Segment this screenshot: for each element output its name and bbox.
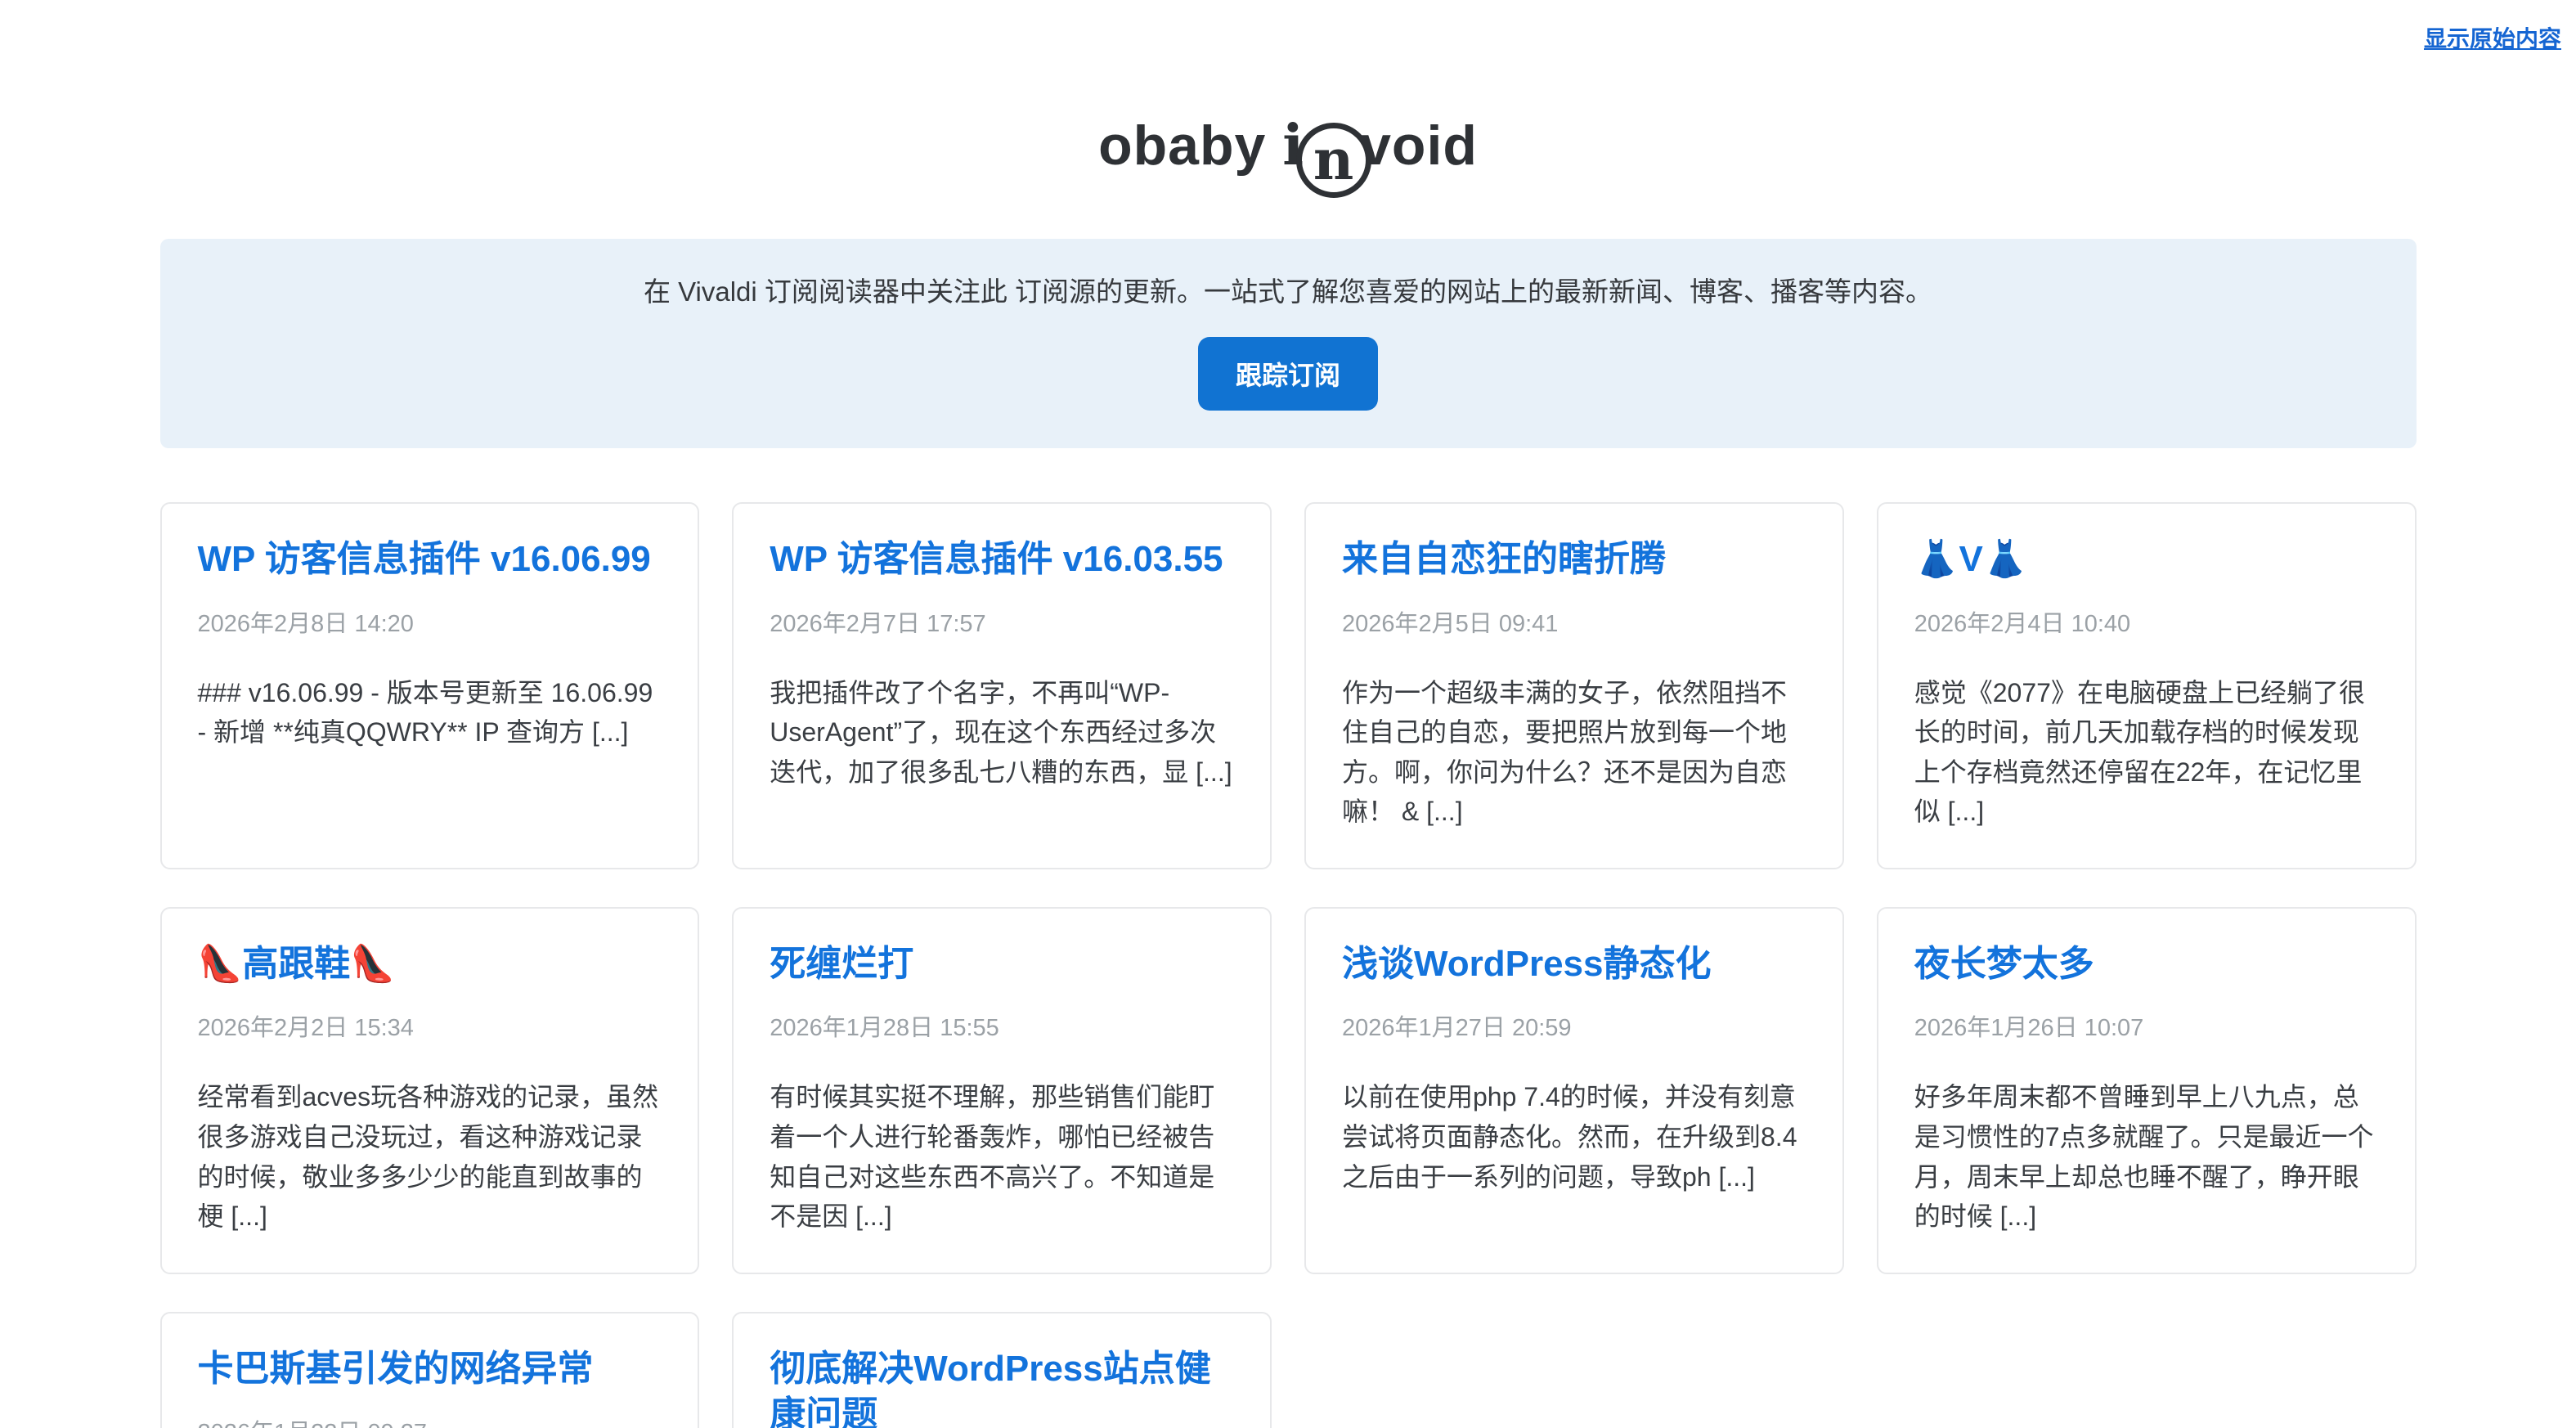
subscribe-banner-description: 在 Vivaldi 订阅阅读器中关注此 订阅源的更新。一站式了解您喜爱的网站上的… — [209, 273, 2367, 311]
show-original-content-link[interactable]: 显示原始内容 — [2424, 21, 2561, 54]
feed-card[interactable]: 彻底解决WordPress站点健康问题 2026年1月21日 09:29 再次建… — [732, 1312, 1272, 1428]
feed-card-excerpt: 以前在使用php 7.4的时候，并没有刻意尝试将页面静态化。然而，在升级到8.4… — [1342, 1077, 1806, 1197]
feed-card-title[interactable]: 来自自恋狂的瞎折腾 — [1342, 537, 1806, 582]
page-title-word2: void — [1360, 115, 1478, 177]
feed-card[interactable]: 来自自恋狂的瞎折腾 2026年2月5日 09:41 作为一个超级丰满的女子，依然… — [1304, 502, 1844, 869]
feed-card-excerpt: 有时候其实挺不理解，那些销售们能盯着一个人进行轮番轰炸，哪怕已经被告知自己对这些… — [770, 1077, 1234, 1237]
feed-card-date: 2026年2月8日 14:20 — [198, 604, 662, 639]
feed-card[interactable]: 夜长梦太多 2026年1月26日 10:07 好多年周末都不曾睡到早上八九点，总… — [1877, 907, 2417, 1274]
subscribe-banner: 在 Vivaldi 订阅阅读器中关注此 订阅源的更新。一站式了解您喜爱的网站上的… — [160, 239, 2417, 448]
feed-card-title[interactable]: WP 访客信息插件 v16.06.99 — [198, 537, 662, 582]
feed-cards-grid: WP 访客信息插件 v16.06.99 2026年2月8日 14:20 ### … — [160, 502, 2417, 1428]
feed-card[interactable]: 👗V👗 2026年2月4日 10:40 感觉《2077》在电脑硬盘上已经躺了很长… — [1877, 502, 2417, 869]
feed-card-title[interactable]: WP 访客信息插件 v16.03.55 — [770, 537, 1234, 582]
feed-card[interactable]: WP 访客信息插件 v16.06.99 2026年2月8日 14:20 ### … — [160, 502, 700, 869]
feed-card[interactable]: 👠高跟鞋👠 2026年2月2日 15:34 经常看到acves玩各种游戏的记录，… — [160, 907, 700, 1274]
feed-card-excerpt: 我把插件改了个名字，不再叫“WP-UserAgent”了，现在这个东西经过多次迭… — [770, 673, 1234, 793]
feed-card-date: 2026年2月5日 09:41 — [1342, 604, 1806, 639]
feed-card-date: 2026年2月4日 10:40 — [1914, 604, 2379, 639]
follow-feed-button[interactable]: 跟踪订阅 — [1198, 337, 1378, 411]
feed-card-date: 2026年2月7日 17:57 — [770, 604, 1234, 639]
feed-card[interactable]: 死缠烂打 2026年1月28日 15:55 有时候其实挺不理解，那些销售们能盯着… — [732, 907, 1272, 1274]
feed-card-title[interactable]: 卡巴斯基引发的网络异常 — [198, 1346, 662, 1392]
feed-card-date: 2026年1月22日 09:27 — [198, 1413, 662, 1428]
feed-card-title[interactable]: 浅谈WordPress静态化 — [1342, 941, 1806, 987]
feed-card-title[interactable]: 死缠烂打 — [770, 941, 1234, 987]
feed-card-title[interactable]: 彻底解决WordPress站点健康问题 — [770, 1346, 1234, 1428]
feed-card-title[interactable]: 夜长梦太多 — [1914, 941, 2379, 987]
feed-card-excerpt: 作为一个超级丰满的女子，依然阻挡不住自己的自恋，要把照片放到每一个地方。啊，你问… — [1342, 673, 1806, 833]
feed-card-excerpt: ### v16.06.99 - 版本号更新至 16.06.99 - 新增 **纯… — [198, 673, 662, 752]
feed-card-date: 2026年2月2日 15:34 — [198, 1008, 662, 1043]
feed-card-excerpt: 好多年周末都不曾睡到早上八九点，总是习惯性的7点多就醒了。只是最近一个月，周末早… — [1914, 1077, 2379, 1237]
feed-card[interactable]: 浅谈WordPress静态化 2026年1月27日 20:59 以前在使用php… — [1304, 907, 1844, 1274]
feed-card-title[interactable]: 👗V👗 — [1914, 537, 2379, 582]
page-title: obaby invoid — [0, 113, 2576, 198]
feed-card-excerpt: 经常看到acves玩各种游戏的记录，虽然很多游戏自己没玩过，看这种游戏记录的时候… — [198, 1077, 662, 1237]
page-title-letter-n: n — [1313, 132, 1354, 188]
feed-card[interactable]: WP 访客信息插件 v16.03.55 2026年2月7日 17:57 我把插件… — [732, 502, 1272, 869]
feed-card-title[interactable]: 👠高跟鞋👠 — [198, 941, 662, 987]
feed-card[interactable]: 卡巴斯基引发的网络异常 2026年1月22日 09:27 忘了从什么时候开始，w… — [160, 1312, 700, 1428]
page-title-word1: obaby — [1098, 115, 1282, 177]
feed-card-date: 2026年1月26日 10:07 — [1914, 1008, 2379, 1043]
feed-card-date: 2026年1月27日 20:59 — [1342, 1008, 1806, 1043]
feed-card-excerpt: 感觉《2077》在电脑硬盘上已经躺了很长的时间，前几天加载存档的时候发现上个存档… — [1914, 673, 2379, 833]
feed-card-date: 2026年1月28日 15:55 — [770, 1008, 1234, 1043]
